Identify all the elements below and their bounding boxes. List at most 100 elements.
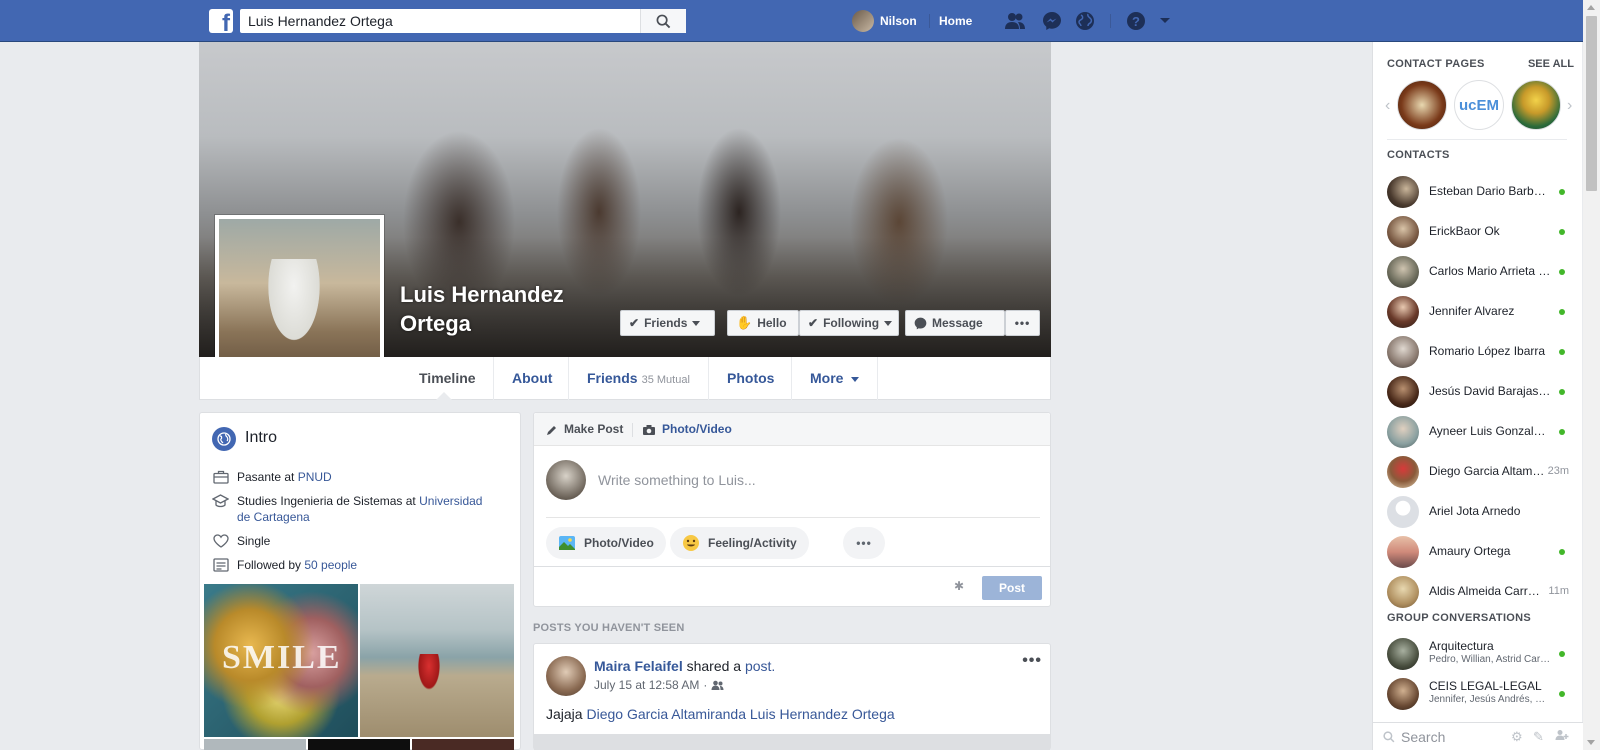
group-conversation-item[interactable]: CEIS LEGAL-LEGAL Jennifer, Jesús Andrés,… [1373,674,1583,714]
contact-item[interactable]: Jennifer Alvarez [1373,292,1583,332]
mutual-friends-count: 35 Mutual [641,374,690,386]
more-composer-options-button[interactable]: ••• [843,527,885,559]
chevron-left-icon[interactable]: ‹ [1385,97,1390,115]
contact-item[interactable]: Ariel Jota Arnedo [1373,492,1583,532]
contact-item[interactable]: Romario López Ibarra [1373,332,1583,372]
intro-photo-beach[interactable] [360,584,514,737]
page-scrollbar[interactable] [1583,0,1600,750]
more-options-button[interactable]: ••• [1005,310,1040,336]
chat-settings-gear-icon[interactable]: ⚙ [1511,729,1523,745]
make-post-tab[interactable]: Make Post [546,413,623,446]
group-conversation-item[interactable]: Arquitectura Pedro, Willian, Astrid Caro… [1373,634,1583,674]
search-input[interactable]: Luis Hernandez Ortega [240,9,686,33]
intro-photo-3[interactable] [204,739,306,750]
notifications-globe-icon[interactable] [1074,11,1096,31]
tab-about[interactable]: About [493,357,570,400]
contact-name: Jennifer Alvarez [1429,304,1515,318]
profile-name[interactable]: Luis Hernandez Ortega [400,280,630,338]
scroll-down-arrow-icon[interactable] [1587,740,1595,745]
followers-link[interactable]: 50 people [304,558,357,572]
feeling-activity-button[interactable]: Feeling/Activity [670,527,809,559]
photo-video-button[interactable]: Photo/Video [546,527,666,559]
post-mention-2[interactable]: Luis Hernandez Ortega [750,706,895,722]
contact-item[interactable]: Jesús David Barajas … [1373,372,1583,412]
contact-page-ucem[interactable]: ucEM [1454,80,1504,130]
chat-search-bar[interactable]: Search ⚙ ✎ [1373,722,1583,750]
tab-more[interactable]: More [791,357,879,400]
post-author-link[interactable]: Maira Felaifel [594,658,683,674]
hello-button[interactable]: ✋ Hello [727,310,799,336]
post-attachment[interactable] [534,734,1050,750]
contact-name: Diego Garcia Altam… [1429,464,1545,478]
top-navigation-bar: f Luis Hernandez Ortega Nilson Home ? [0,0,1600,42]
following-button[interactable]: ✔ Following [799,310,899,336]
user-avatar[interactable] [852,10,874,32]
create-group-icon[interactable] [1555,729,1569,744]
group-name: CEIS LEGAL-LEGAL [1429,679,1542,693]
tab-friends[interactable]: Friends 35 Mutual [568,357,708,400]
contact-name: ErickBaor Ok [1429,224,1500,238]
work-text: Pasante at [237,470,298,484]
post-author-avatar[interactable] [546,656,586,696]
feed-post: Maira Felaifel shared a post. July 15 at… [533,643,1051,750]
photo-icon [559,536,575,550]
avatar [1387,256,1419,288]
meta-separator: · [703,678,708,692]
new-message-icon[interactable]: ✎ [1533,729,1544,745]
facebook-logo-icon[interactable]: f [209,9,233,33]
sidebar-divider [1387,139,1567,140]
post-action-text: shared a [682,658,745,674]
contact-item[interactable]: ErickBaor Ok [1373,212,1583,252]
ellipsis-icon: ••• [856,536,872,550]
intro-photo-smile[interactable]: SMILE [204,584,358,737]
contact-item[interactable]: Amaury Ortega [1373,532,1583,572]
nav-divider [929,14,930,28]
contact-item[interactable]: Ayneer Luis Gonzale… [1373,412,1583,452]
post-button[interactable]: Post [982,576,1042,600]
chevron-right-icon[interactable]: › [1567,97,1572,115]
see-all-link[interactable]: SEE ALL [1528,58,1574,70]
header-divider [632,423,633,437]
work-link[interactable]: PNUD [298,470,332,484]
friends-audience-icon[interactable] [711,680,724,691]
camera-icon [643,424,655,435]
post-mention-1[interactable]: Diego Garcia Altamiranda [586,706,746,722]
scrollbar-thumb[interactable] [1586,16,1597,191]
contact-page-3[interactable] [1511,80,1561,130]
contact-item[interactable]: Carlos Mario Arrieta … [1373,252,1583,292]
chat-search-input[interactable]: Search [1401,729,1445,745]
intro-followers: Followed by 50 people [212,557,512,573]
avatar [1387,176,1419,208]
photo-video-button-label: Photo/Video [584,536,654,550]
friend-requests-icon[interactable] [1004,11,1026,31]
online-indicator [1559,229,1565,235]
post-timestamp[interactable]: July 15 at 12:58 AM [594,678,699,692]
search-button[interactable] [640,9,686,33]
friends-button[interactable]: ✔ Friends [620,310,715,336]
search-icon [656,14,671,28]
scroll-up-arrow-icon[interactable] [1587,5,1595,10]
post-options-button[interactable]: ••• [1022,652,1042,670]
settings-gear-icon[interactable]: ✱ [954,579,964,593]
account-menu-chevron-down-icon[interactable] [1154,11,1176,31]
contact-item[interactable]: Esteban Dario Barbo… [1373,172,1583,212]
tab-photos[interactable]: Photos [708,357,792,400]
contact-page-1[interactable] [1397,80,1447,130]
messenger-icon [914,317,927,329]
post-action-link[interactable]: post. [745,658,775,674]
contact-pages-header: CONTACT PAGES [1387,58,1485,70]
help-icon[interactable]: ? [1125,11,1147,31]
online-indicator [1559,389,1565,395]
feeling-activity-label: Feeling/Activity [708,536,797,550]
contact-item[interactable]: Diego Garcia Altam… 23m [1373,452,1583,492]
home-link[interactable]: Home [939,0,972,42]
photo-video-tab[interactable]: Photo/Video [642,413,732,446]
profile-link[interactable]: Nilson [880,0,917,42]
message-button[interactable]: Message [905,310,1005,336]
contact-item[interactable]: Aldis Almeida Carr… 11m [1373,572,1583,612]
intro-photo-5[interactable] [412,739,514,750]
composer-input[interactable]: Write something to Luis... [598,472,756,488]
online-indicator [1559,691,1565,697]
messenger-icon[interactable] [1041,11,1063,31]
intro-photo-4[interactable] [308,739,410,750]
